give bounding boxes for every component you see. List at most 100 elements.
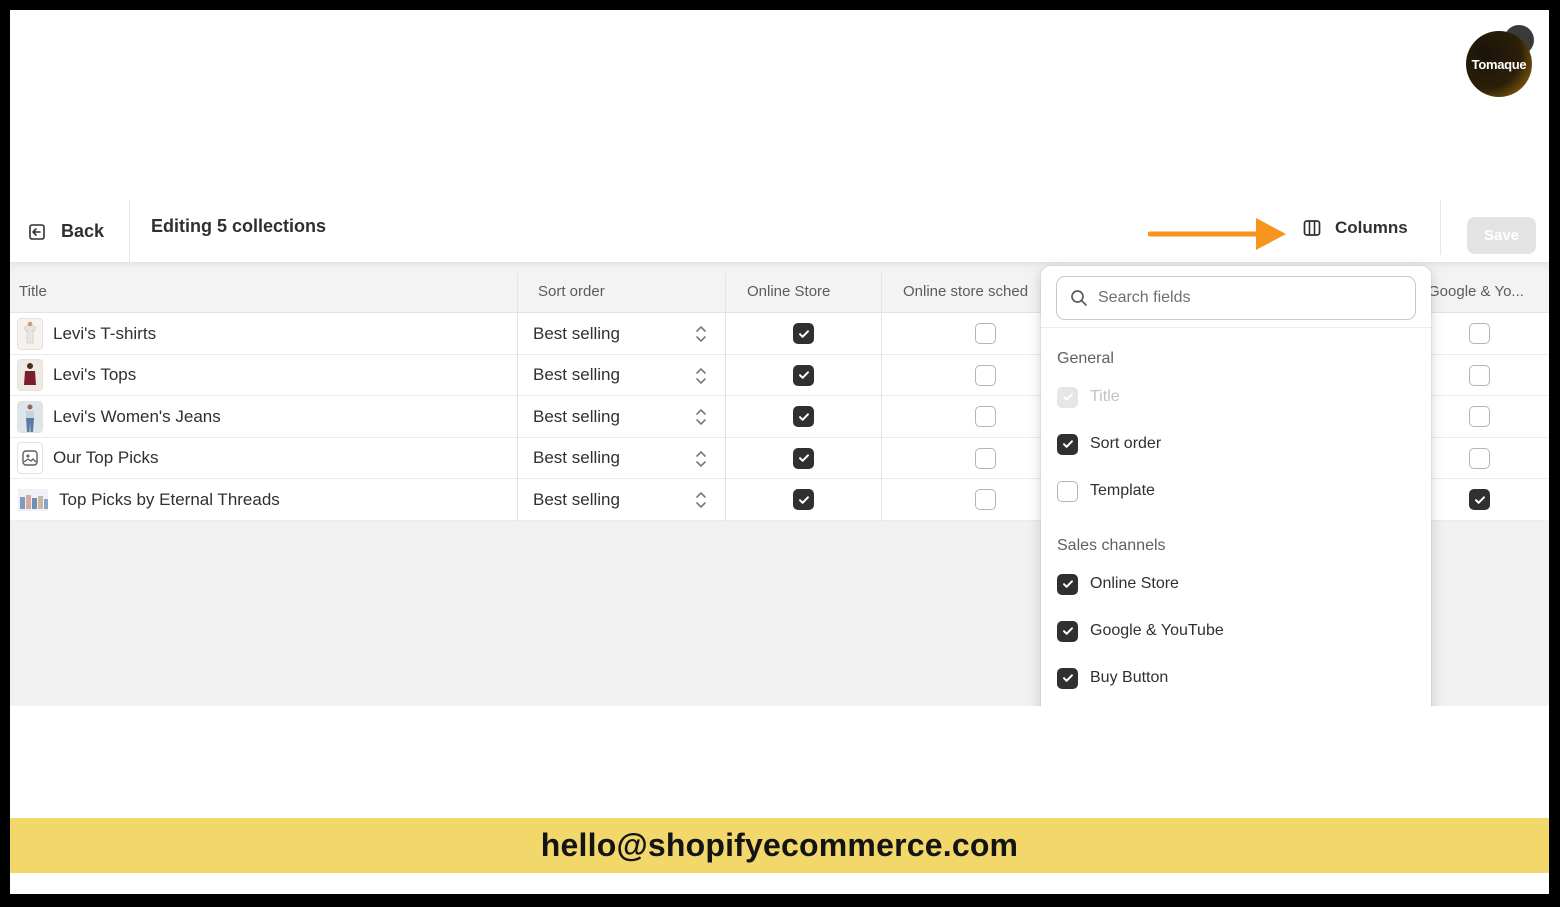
online-store-checkbox[interactable] xyxy=(793,447,814,469)
title-cell[interactable]: Levi's T-shirts xyxy=(17,313,507,354)
column-header-online-store-schedule[interactable]: Online store sched xyxy=(903,273,1041,313)
search-fields-input[interactable] xyxy=(1098,289,1398,307)
checkbox-buy-button[interactable] xyxy=(1057,667,1078,689)
option-template[interactable]: Template xyxy=(1057,479,1155,503)
top-bar: Back Editing 5 collections Columns Save xyxy=(10,200,1549,263)
columns-button[interactable]: Columns xyxy=(1302,200,1408,255)
checkbox-sort-order[interactable] xyxy=(1057,433,1078,455)
column-header-title[interactable]: Title xyxy=(19,273,509,313)
bulk-editor: Back Editing 5 collections Columns Save … xyxy=(10,200,1549,706)
option-label: Google & YouTube xyxy=(1090,622,1224,639)
collection-title: Levi's Women's Jeans xyxy=(53,406,221,426)
online-store-checkbox[interactable] xyxy=(793,364,814,386)
option-label: Sort order xyxy=(1090,435,1162,452)
brand-logo: Tomaque xyxy=(1466,25,1534,97)
title-cell[interactable]: Our Top Picks xyxy=(17,438,507,479)
back-label: Back xyxy=(61,221,105,241)
image-placeholder-icon xyxy=(17,442,43,474)
checkbox-template[interactable] xyxy=(1057,480,1078,502)
option-label: Template xyxy=(1090,482,1155,499)
column-divider xyxy=(881,273,882,521)
screenshot-frame: Tomaque Back Editing 5 collections Colum… xyxy=(10,10,1549,894)
checkbox-title xyxy=(1057,386,1078,408)
search-icon xyxy=(1071,290,1087,306)
online-store-checkbox[interactable] xyxy=(793,406,814,427)
checkmark-icon xyxy=(798,329,809,338)
arrow-right-icon xyxy=(1148,218,1286,250)
checkmark-icon xyxy=(798,495,809,504)
online-store-schedule-checkbox[interactable] xyxy=(975,447,996,469)
option-google-youtube[interactable]: Google & YouTube xyxy=(1057,619,1224,643)
option-label: Title xyxy=(1090,388,1120,405)
checkbox-online-store[interactable] xyxy=(1057,573,1078,595)
collection-title: Our Top Picks xyxy=(53,448,159,467)
toolbar-divider xyxy=(1440,200,1441,255)
google-youtube-checkbox[interactable] xyxy=(1469,364,1490,386)
chevron-up-down-icon[interactable] xyxy=(694,449,708,469)
google-youtube-checkbox[interactable] xyxy=(1469,447,1490,469)
checkbox-google-youtube[interactable] xyxy=(1057,620,1078,642)
contact-email-banner: hello@shopifyecommerce.com xyxy=(10,818,1549,873)
online-store-cell xyxy=(793,479,814,520)
online-store-schedule-cell xyxy=(975,396,996,437)
checkmark-icon xyxy=(1062,580,1073,588)
save-button[interactable]: Save xyxy=(1467,217,1536,254)
title-cell[interactable]: Levi's Tops xyxy=(17,355,507,396)
online-store-schedule-cell xyxy=(975,479,996,520)
dropdown-divider xyxy=(1041,327,1431,328)
column-divider xyxy=(517,273,518,521)
search-field[interactable] xyxy=(1056,276,1416,320)
page-title: Editing 5 collections xyxy=(151,216,327,236)
chevron-up-down-icon[interactable] xyxy=(694,490,708,510)
google-youtube-checkbox[interactable] xyxy=(1469,406,1490,427)
online-store-schedule-checkbox[interactable] xyxy=(975,364,996,386)
option-buy-button[interactable]: Buy Button xyxy=(1057,666,1168,690)
online-store-cell xyxy=(793,396,814,437)
column-header-google-youtube-label: Google & Yo... xyxy=(1428,283,1524,300)
online-store-checkbox[interactable] xyxy=(793,323,814,344)
jeans-image xyxy=(17,400,43,433)
online-store-schedule-cell xyxy=(975,313,996,354)
column-header-google-youtube[interactable]: Google & Yo... xyxy=(1428,273,1543,313)
online-store-schedule-checkbox[interactable] xyxy=(975,489,996,510)
title-cell[interactable]: Levi's Women's Jeans xyxy=(17,396,507,437)
title-cell[interactable]: Top Picks by Eternal Threads xyxy=(17,479,507,520)
checkmark-icon xyxy=(798,371,809,379)
checkmark-icon xyxy=(798,412,809,421)
google-youtube-cell xyxy=(1469,313,1490,354)
chevron-up-down-icon[interactable] xyxy=(694,324,708,344)
google-youtube-checkbox[interactable] xyxy=(1469,323,1490,344)
online-store-schedule-cell xyxy=(975,355,996,396)
checkmark-icon xyxy=(1062,393,1073,401)
exit-icon xyxy=(29,223,45,240)
column-divider xyxy=(725,273,726,521)
online-store-schedule-checkbox[interactable] xyxy=(975,323,996,344)
collection-title: Levi's Tops xyxy=(53,365,137,384)
columns-label: Columns xyxy=(1335,217,1408,237)
google-youtube-cell xyxy=(1469,355,1490,396)
checkmark-icon xyxy=(1474,495,1485,504)
column-header-online-store[interactable]: Online Store xyxy=(747,273,887,313)
online-store-checkbox[interactable] xyxy=(793,489,814,510)
top-image xyxy=(17,359,43,391)
online-store-schedule-checkbox[interactable] xyxy=(975,406,996,427)
sort-order-value: Best selling xyxy=(533,406,620,426)
online-store-schedule-cell xyxy=(975,438,996,479)
columns-dropdown: General Title Sort order Template Sales … xyxy=(1041,266,1431,706)
chevron-up-down-icon[interactable] xyxy=(694,407,708,427)
back-button[interactable]: Back xyxy=(10,200,130,263)
online-store-cell xyxy=(793,313,814,354)
checkmark-icon xyxy=(798,454,809,462)
checkmark-icon xyxy=(1062,440,1073,448)
group-image xyxy=(17,487,49,512)
option-sort-order[interactable]: Sort order xyxy=(1057,432,1161,456)
option-label: Buy Button xyxy=(1090,669,1169,686)
google-youtube-checkbox[interactable] xyxy=(1469,489,1490,510)
option-online-store[interactable]: Online Store xyxy=(1057,572,1179,596)
columns-icon xyxy=(1303,219,1321,236)
tshirt-image xyxy=(17,317,43,350)
chevron-up-down-icon[interactable] xyxy=(694,366,708,386)
logo-text: Tomaque xyxy=(1466,31,1532,97)
option-label: Online Store xyxy=(1090,575,1179,592)
column-header-sort-order[interactable]: Sort order xyxy=(538,273,728,313)
